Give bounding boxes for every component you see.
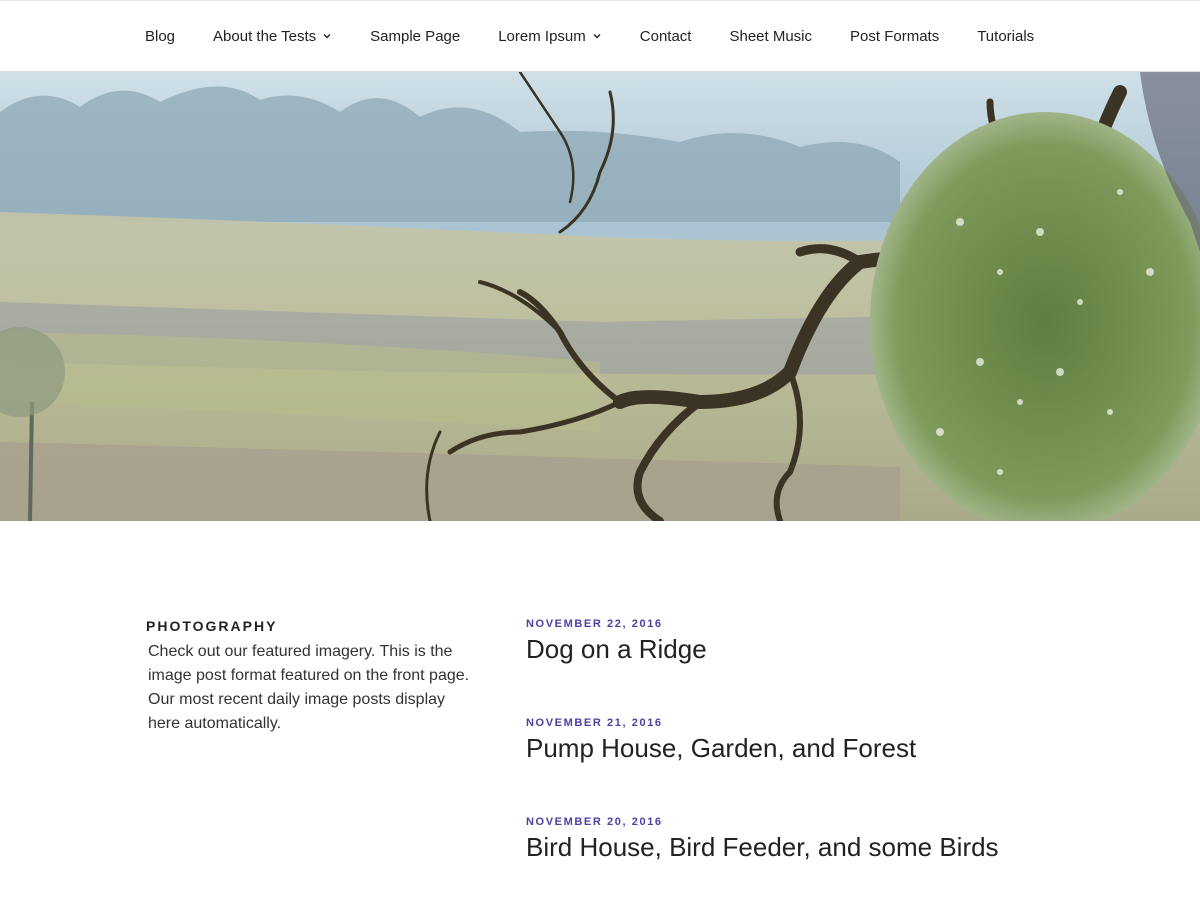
post-item: NOVEMBER 20, 2016 Bird House, Bird Feede… [526,816,1086,863]
landscape-tree-photo [0,72,1200,521]
nav-item-sample-page[interactable]: Sample Page [370,28,460,45]
nav-item-label: Tutorials [977,27,1035,45]
header-image [0,72,1200,521]
nav-item-label: Contact [639,27,692,45]
main-navigation: Blog About the Tests Sample Page Lorem I… [0,0,1200,72]
post-item: NOVEMBER 22, 2016 Dog on a Ridge [526,618,1086,665]
nav-item-post-formats[interactable]: Post Formats [850,28,939,45]
nav-item-label: Blog [145,27,176,45]
nav-item-label: Lorem Ipsum [498,27,586,45]
widget-description: Check out our featured imagery. This is … [148,643,470,732]
nav-item-blog[interactable]: Blog [145,28,175,45]
post-item: NOVEMBER 21, 2016 Pump House, Garden, an… [526,717,1086,764]
nav-item-label: Sample Page [370,27,461,45]
widget-title: PHOTOGRAPHY [146,618,278,634]
nav-item-label: Sheet Music [729,27,813,45]
nav-item-sheet-music[interactable]: Sheet Music [729,28,812,45]
chevron-down-icon[interactable] [322,31,332,41]
post-date[interactable]: NOVEMBER 20, 2016 [526,816,1086,828]
post-date[interactable]: NOVEMBER 21, 2016 [526,717,1086,729]
nav-item-label: Post Formats [850,27,940,45]
nav-item-label: About the Tests [213,27,317,45]
nav-item-tutorials[interactable]: Tutorials [977,28,1034,45]
nav-menu: Blog About the Tests Sample Page Lorem I… [0,1,1200,71]
post-date[interactable]: NOVEMBER 22, 2016 [526,618,1086,630]
post-title-link[interactable]: Bird House, Bird Feeder, and some Birds [526,831,1086,863]
nav-item-about-the-tests[interactable]: About the Tests [213,28,332,45]
photography-widget: PHOTOGRAPHY Check out our featured image… [146,618,476,736]
recent-posts-list: NOVEMBER 22, 2016 Dog on a Ridge NOVEMBE… [526,618,1086,915]
post-title-link[interactable]: Dog on a Ridge [526,633,1086,665]
nav-item-contact[interactable]: Contact [640,28,692,45]
chevron-down-icon[interactable] [592,31,602,41]
nav-item-lorem-ipsum[interactable]: Lorem Ipsum [498,28,602,45]
post-title-link[interactable]: Pump House, Garden, and Forest [526,732,1086,764]
